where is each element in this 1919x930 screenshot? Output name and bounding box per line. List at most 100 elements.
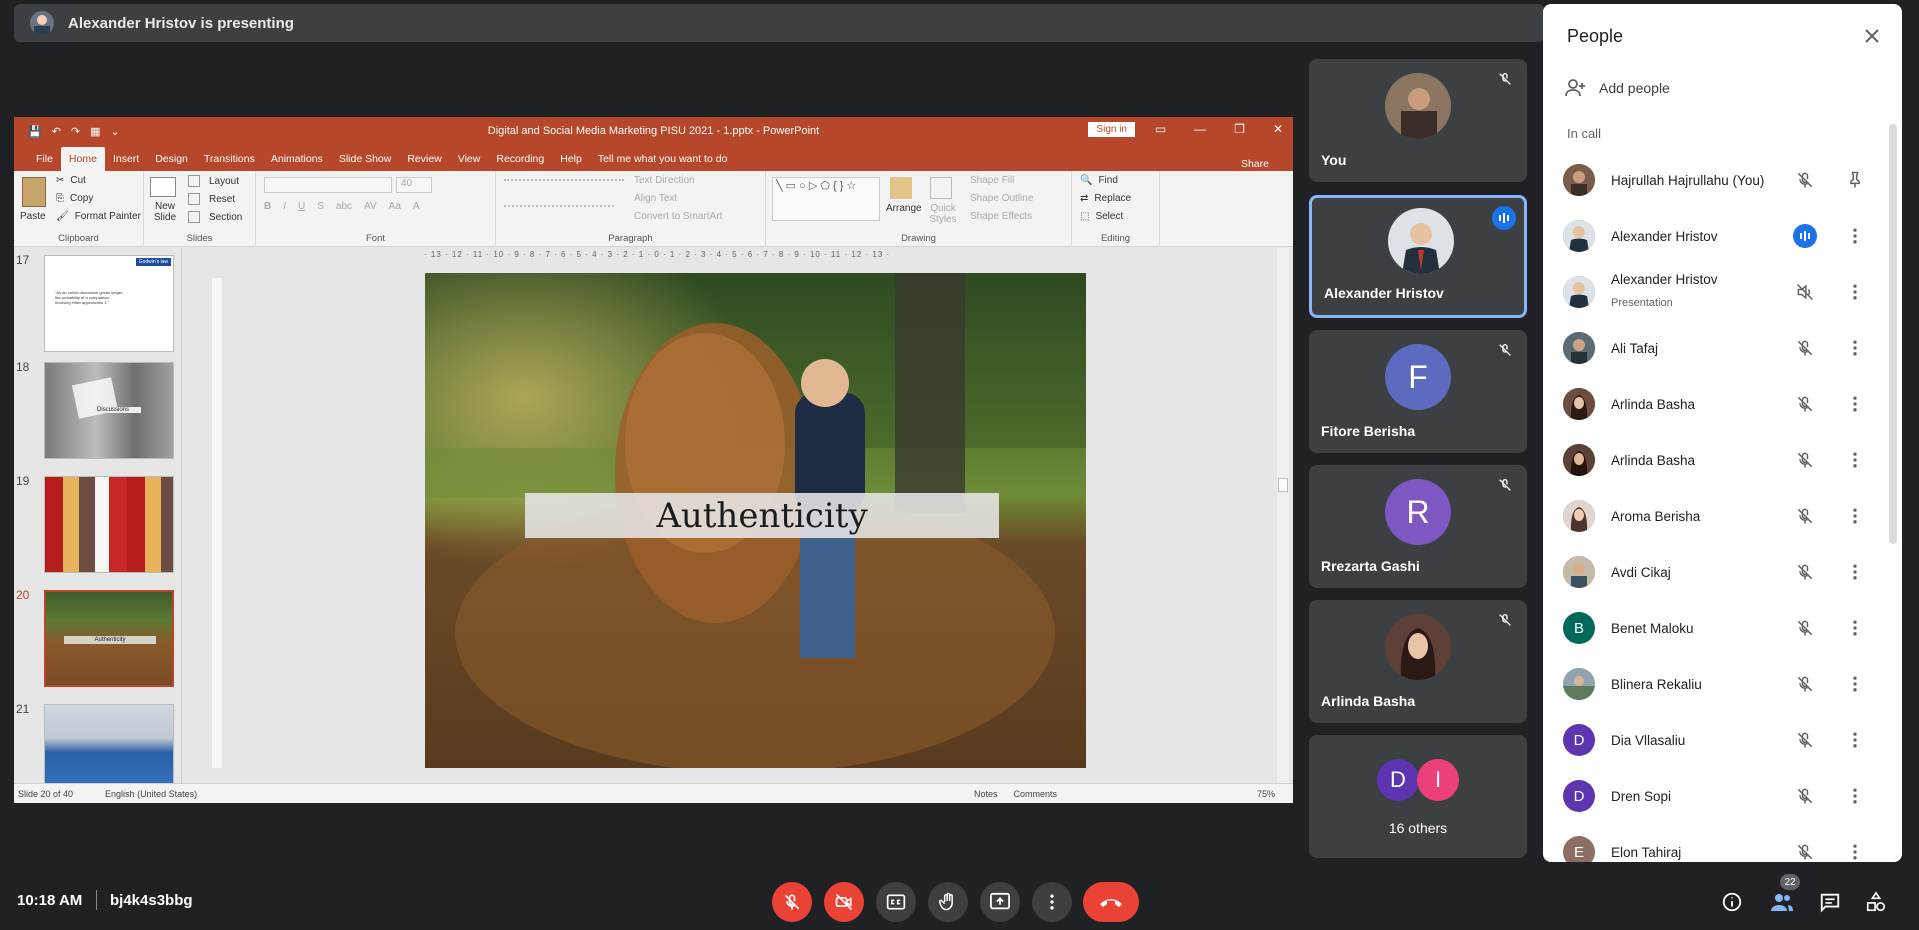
cut-button[interactable]: ✂ Cut: [56, 175, 86, 186]
tile-alexander-hristov[interactable]: Alexander Hristov: [1309, 195, 1527, 318]
bold-button[interactable]: B: [264, 201, 271, 212]
list-buttons[interactable]: [504, 179, 624, 189]
thumbnail-17[interactable]: 17 Godwin's law "As an online discussion…: [14, 253, 174, 353]
more-options-icon[interactable]: [1843, 336, 1867, 360]
shapes-gallery[interactable]: ╲ ▭ ○ ▷ ⬠ { } ☆: [772, 177, 880, 221]
more-options-icon[interactable]: [1843, 392, 1867, 416]
tab-recording[interactable]: Recording: [488, 147, 552, 171]
convert-smartart-button[interactable]: Convert to SmartArt: [634, 211, 722, 222]
close-icon[interactable]: [1860, 24, 1884, 48]
thumbnail-21[interactable]: 21: [14, 702, 174, 783]
comments-button[interactable]: Comments: [1013, 789, 1057, 799]
font-name-box[interactable]: [264, 177, 392, 193]
list-item[interactable]: E Elon Tahiraj: [1543, 824, 1883, 862]
tab-animations[interactable]: Animations: [263, 147, 331, 171]
tile-you[interactable]: You: [1309, 59, 1527, 182]
meeting-details-button[interactable]: [1718, 888, 1746, 916]
tab-file[interactable]: File: [28, 147, 61, 171]
more-options-icon[interactable]: [1843, 448, 1867, 472]
section-button[interactable]: Section: [188, 211, 242, 223]
new-slide-button[interactable]: New Slide: [148, 201, 182, 223]
list-item[interactable]: D Dren Sopi: [1543, 768, 1883, 824]
camera-toggle-button[interactable]: [824, 882, 864, 922]
list-item[interactable]: Arlinda Basha: [1543, 432, 1883, 488]
people-button[interactable]: [1768, 888, 1796, 916]
thumbnail-20[interactable]: 20 Authenticity: [14, 588, 174, 688]
tell-me-search[interactable]: Tell me what you want to do: [590, 147, 736, 171]
scroll-thumb[interactable]: [1278, 478, 1288, 492]
tile-fitore-berisha[interactable]: F Fitore Berisha: [1309, 330, 1527, 453]
list-item[interactable]: Avdi Cikaj: [1543, 544, 1883, 600]
underline-button[interactable]: U: [298, 201, 305, 212]
tab-design[interactable]: Design: [147, 147, 196, 171]
more-options-icon[interactable]: [1843, 280, 1867, 304]
strikethrough-button[interactable]: S: [317, 201, 324, 212]
reset-button[interactable]: Reset: [188, 193, 235, 205]
tab-view[interactable]: View: [450, 147, 489, 171]
italic-button[interactable]: I: [283, 201, 286, 212]
more-options-icon[interactable]: [1843, 504, 1867, 528]
tab-review[interactable]: Review: [399, 147, 449, 171]
captions-button[interactable]: [876, 882, 916, 922]
list-item[interactable]: Arlinda Basha: [1543, 376, 1883, 432]
list-item[interactable]: Aroma Berisha: [1543, 488, 1883, 544]
tab-home[interactable]: Home: [60, 147, 105, 171]
present-button[interactable]: [980, 882, 1020, 922]
slide-title[interactable]: Authenticity: [525, 493, 999, 538]
shadow-button[interactable]: abc: [336, 201, 352, 212]
restore-icon[interactable]: ❐: [1234, 122, 1245, 136]
list-item[interactable]: D Dia Vllasaliu: [1543, 712, 1883, 768]
list-item[interactable]: Blinera Rekaliu: [1543, 656, 1883, 712]
thumbnail-19[interactable]: 19: [14, 474, 174, 574]
more-options-icon[interactable]: [1843, 840, 1867, 862]
text-direction-button[interactable]: Text Direction: [634, 175, 695, 186]
align-buttons[interactable]: [504, 205, 614, 215]
shape-outline-button[interactable]: Shape Outline: [970, 193, 1033, 204]
chat-button[interactable]: [1816, 888, 1844, 916]
tile-others[interactable]: D I 16 others: [1309, 735, 1527, 858]
change-case-button[interactable]: Aa: [389, 201, 401, 212]
zoom-level[interactable]: 75%: [1257, 789, 1275, 799]
select-button[interactable]: ⬚ Select: [1080, 211, 1123, 222]
format-painter-button[interactable]: 🖌 Format Painter: [56, 211, 141, 222]
arrange-button[interactable]: Arrange: [886, 203, 922, 214]
sign-in-button[interactable]: Sign in: [1088, 122, 1135, 137]
font-size-box[interactable]: 40: [396, 177, 432, 193]
shape-effects-button[interactable]: Shape Effects: [970, 211, 1032, 222]
replace-button[interactable]: ⇄ Replace: [1080, 193, 1131, 204]
language[interactable]: English (United States): [105, 789, 197, 799]
pin-icon[interactable]: [1843, 168, 1867, 192]
activities-button[interactable]: [1862, 888, 1890, 916]
raise-hand-button[interactable]: [928, 882, 968, 922]
notes-button[interactable]: Notes: [974, 789, 998, 799]
paste-button[interactable]: Paste: [20, 211, 46, 222]
more-options-icon[interactable]: [1843, 728, 1867, 752]
list-item[interactable]: Alexander Hristov: [1543, 208, 1883, 264]
spacing-button[interactable]: AV: [364, 201, 377, 212]
layout-button[interactable]: Layout: [188, 175, 239, 187]
people-scrollbar[interactable]: [1886, 112, 1900, 862]
close-window-icon[interactable]: ✕: [1273, 122, 1283, 136]
tab-insert[interactable]: Insert: [105, 147, 147, 171]
copy-button[interactable]: ⎘ Copy: [56, 193, 93, 204]
tab-slide-show[interactable]: Slide Show: [331, 147, 400, 171]
find-button[interactable]: 🔍 Find: [1080, 175, 1118, 186]
more-options-icon[interactable]: [1843, 616, 1867, 640]
leave-call-button[interactable]: [1083, 882, 1139, 922]
tile-arlinda-basha[interactable]: Arlinda Basha: [1309, 600, 1527, 723]
tab-help[interactable]: Help: [552, 147, 590, 171]
more-options-icon[interactable]: [1843, 672, 1867, 696]
list-item[interactable]: Hajrullah Hajrullahu (You): [1543, 152, 1883, 208]
more-options-icon[interactable]: [1843, 224, 1867, 248]
more-options-icon[interactable]: [1843, 784, 1867, 808]
mic-toggle-button[interactable]: [772, 882, 812, 922]
ribbon-options-icon[interactable]: ▭: [1155, 122, 1166, 136]
list-item[interactable]: Ali Tafaj: [1543, 320, 1883, 376]
thumbnail-18[interactable]: 18 Discussions: [14, 360, 174, 460]
more-options-icon[interactable]: [1843, 560, 1867, 584]
quick-styles-button[interactable]: Quick Styles: [926, 203, 960, 225]
font-color-button[interactable]: A: [413, 201, 420, 212]
tab-transitions[interactable]: Transitions: [196, 147, 263, 171]
scroll-thumb[interactable]: [1889, 124, 1897, 544]
shape-fill-button[interactable]: Shape Fill: [970, 175, 1014, 186]
